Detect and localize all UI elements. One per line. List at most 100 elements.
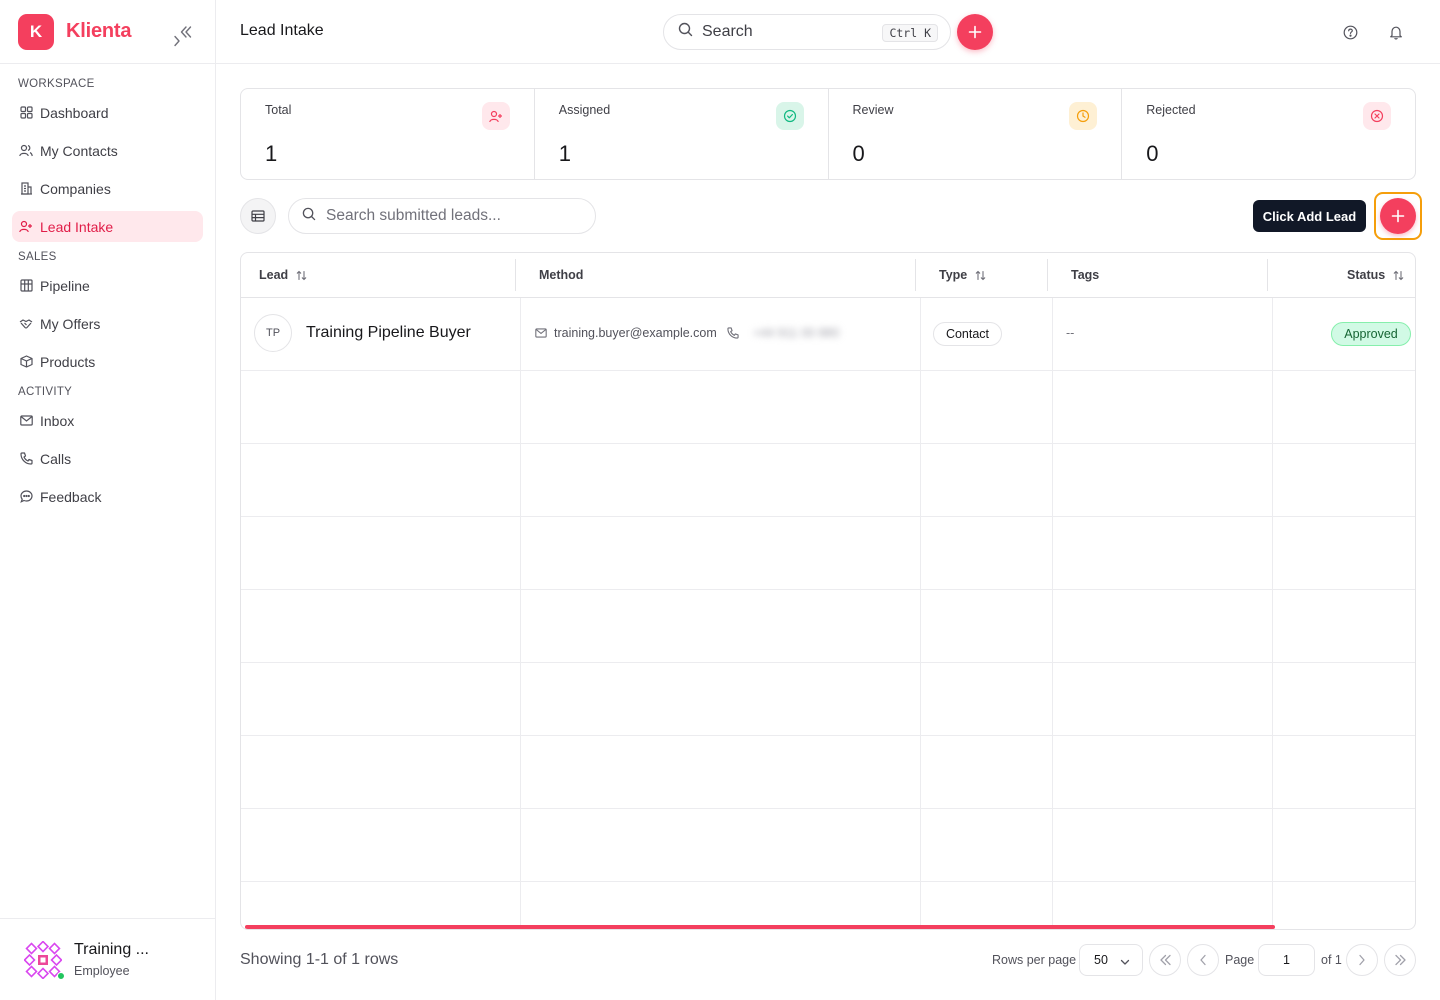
column-label: Tags — [1071, 268, 1100, 282]
phone-text-blurred: +44 911 00 880 — [753, 326, 840, 340]
online-status-dot — [57, 971, 65, 980]
app-name: Klienta — [66, 20, 132, 42]
stat-value: 1 — [558, 141, 571, 166]
lead-search-input[interactable]: Search submitted leads... — [288, 198, 596, 234]
keyboard-shortcut-badge: Ctrl K — [882, 24, 938, 42]
page-title: Lead Intake — [240, 22, 324, 39]
sidebar: K Klienta WORKSPACE Dashboard My Contact… — [0, 0, 216, 1000]
check-circle-icon — [775, 102, 804, 130]
sidebar-item-inbox[interactable]: Inbox — [12, 405, 203, 436]
stat-label: Rejected — [1146, 103, 1196, 117]
column-label: Lead — [259, 268, 289, 282]
plus-icon — [1391, 209, 1405, 223]
table-icon — [251, 210, 265, 222]
chevrons-left-icon — [1159, 954, 1171, 966]
type-badge: Contact — [933, 322, 1002, 346]
chevron-down-icon — [1120, 955, 1130, 969]
stat-card-assigned: Assigned 1 — [535, 89, 829, 179]
sidebar-item-feedback[interactable]: Feedback — [12, 481, 203, 512]
search-placeholder: Search submitted leads... — [326, 207, 501, 224]
sidebar-item-pipeline[interactable]: Pipeline — [12, 270, 203, 301]
sidebar-item-label: Feedback — [40, 488, 102, 505]
next-page-button[interactable] — [1346, 944, 1378, 976]
avatar — [23, 939, 65, 980]
chevron-left-icon — [1200, 954, 1206, 966]
sidebar-item-lead-intake[interactable]: Lead Intake — [12, 211, 203, 242]
global-search-input[interactable]: Search Ctrl K — [663, 14, 951, 50]
app-logo[interactable]: K — [18, 13, 54, 50]
x-circle-icon — [1363, 102, 1391, 130]
rows-per-page-label: Rows per page — [992, 953, 1077, 967]
help-icon[interactable] — [1341, 23, 1359, 41]
lead-avatar: TP — [254, 314, 292, 352]
sort-icon — [975, 270, 986, 281]
lead-email[interactable]: training.buyer@example.com — [535, 326, 717, 340]
section-label-workspace: WORKSPACE — [18, 78, 95, 90]
chevron-right-icon[interactable] — [170, 32, 184, 50]
users-icon — [19, 144, 33, 158]
rows-per-page-value: 50 — [1094, 953, 1108, 967]
column-label: Method — [539, 268, 584, 282]
sidebar-item-label: Calls — [40, 450, 72, 467]
leads-table: Lead Method Type Tags Status TP Training… — [240, 252, 1416, 930]
section-label-activity: ACTIVITY — [18, 386, 73, 398]
horizontal-scrollbar[interactable] — [245, 925, 1275, 929]
add-lead-button[interactable] — [1374, 192, 1422, 240]
stats-summary: Total 1 Assigned 1 Review 0 Rejected 0 — [240, 88, 1416, 180]
stat-value: 0 — [852, 141, 865, 166]
sidebar-item-my-contacts[interactable]: My Contacts — [12, 135, 203, 166]
message-icon — [19, 490, 33, 504]
lead-name[interactable]: Training Pipeline Buyer — [306, 324, 471, 342]
add-lead-tooltip: Click Add Lead — [1253, 200, 1366, 232]
stat-label: Review — [852, 103, 894, 117]
bell-icon[interactable] — [1387, 23, 1405, 41]
mail-icon — [19, 414, 33, 428]
user-role: Employee — [74, 964, 130, 978]
sidebar-item-calls[interactable]: Calls — [12, 443, 203, 474]
column-header-type[interactable]: Type — [939, 253, 986, 297]
plus-icon — [968, 25, 982, 39]
quick-add-button[interactable] — [957, 14, 993, 50]
email-text: training.buyer@example.com — [554, 326, 717, 340]
phone-icon — [727, 327, 739, 339]
sidebar-item-label: Lead Intake — [40, 218, 114, 235]
kanban-icon — [19, 279, 33, 293]
sidebar-item-companies[interactable]: Companies — [12, 173, 203, 204]
user-profile[interactable]: Training ... Employee — [0, 918, 215, 1000]
section-label-sales: SALES — [18, 251, 57, 263]
previous-page-button[interactable] — [1187, 944, 1219, 976]
column-label: Status — [1347, 268, 1386, 282]
sidebar-item-dashboard[interactable]: Dashboard — [12, 97, 203, 128]
sort-icon — [296, 270, 307, 281]
page-number-input[interactable] — [1258, 944, 1315, 976]
package-icon — [19, 355, 33, 369]
building-icon — [19, 182, 33, 196]
sidebar-item-products[interactable]: Products — [12, 346, 203, 377]
user-plus-icon — [19, 220, 33, 234]
column-header-status[interactable]: Status — [1347, 253, 1404, 297]
stat-value: 1 — [265, 141, 278, 166]
table-header: Lead Method Type Tags Status — [241, 253, 1415, 298]
stat-card-rejected: Rejected 0 — [1122, 89, 1415, 179]
stat-label: Assigned — [558, 103, 611, 117]
phone-icon — [19, 452, 33, 466]
table-view-toggle[interactable] — [240, 198, 276, 234]
stat-label: Total — [265, 103, 292, 117]
add-lead-circle[interactable] — [1380, 198, 1416, 234]
last-page-button[interactable] — [1384, 944, 1416, 976]
grid-icon — [19, 106, 33, 120]
column-header-method: Method — [539, 253, 583, 297]
clock-icon — [1069, 102, 1098, 130]
stat-value: 0 — [1146, 141, 1159, 166]
column-header-lead[interactable]: Lead — [259, 253, 307, 297]
sidebar-item-label: My Contacts — [40, 142, 118, 159]
sidebar-item-my-offers[interactable]: My Offers — [12, 308, 203, 339]
page-count-label: of 1 — [1321, 953, 1342, 967]
sidebar-item-label: Products — [40, 353, 96, 370]
search-placeholder: Search — [702, 23, 753, 40]
lead-phone[interactable]: +44 911 00 880 — [727, 326, 839, 340]
handshake-icon — [19, 317, 33, 331]
top-header: Lead Intake Search Ctrl K — [216, 0, 1440, 64]
first-page-button[interactable] — [1149, 944, 1181, 976]
rows-per-page-select[interactable]: 50 — [1079, 944, 1143, 976]
